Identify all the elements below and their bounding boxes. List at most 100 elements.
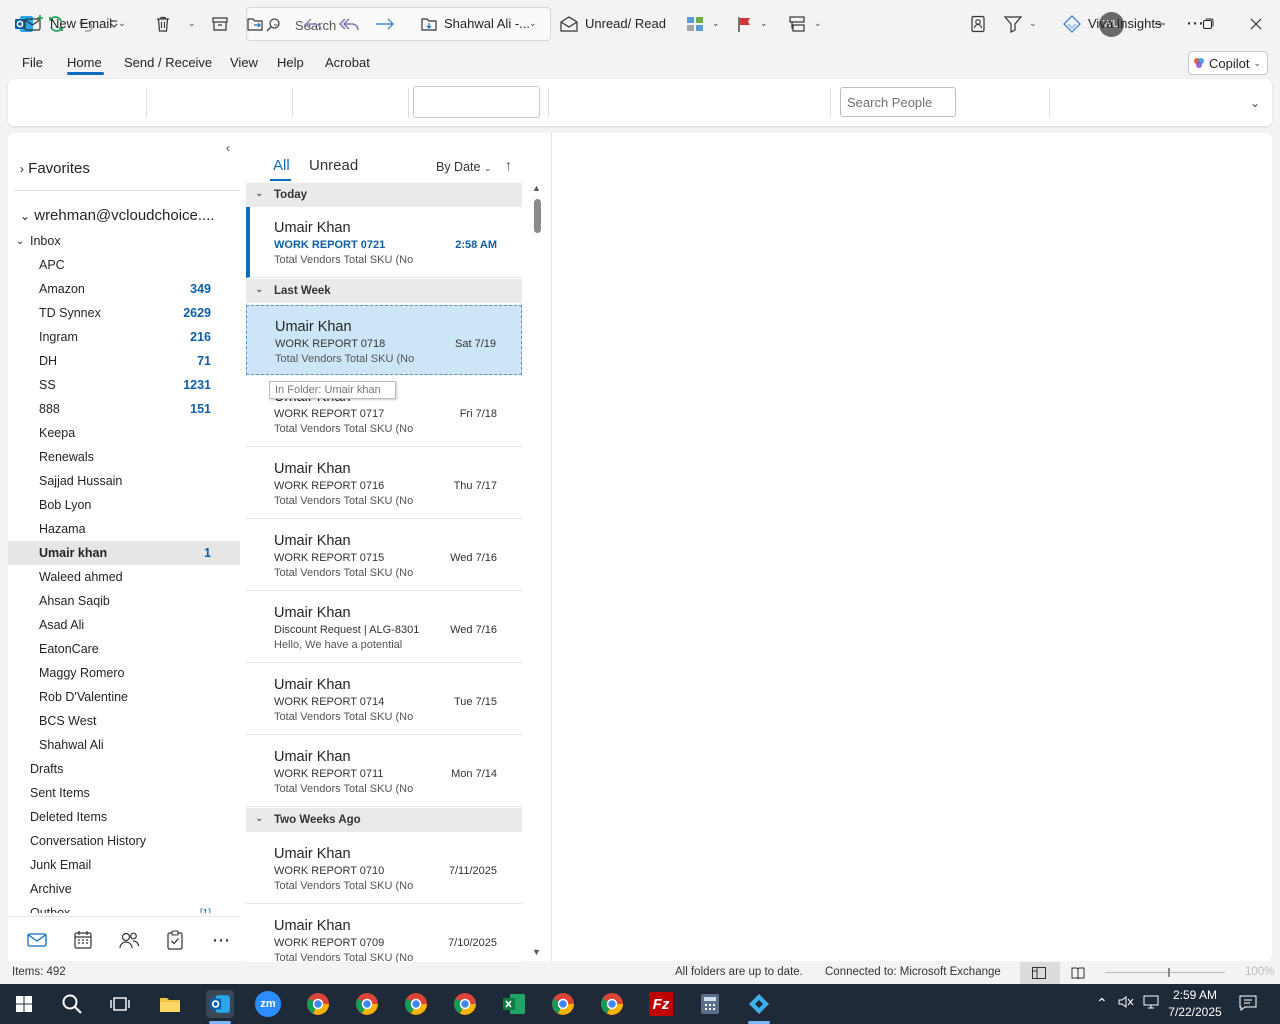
favorites-header[interactable]: › Favorites: [20, 160, 90, 177]
folder-item[interactable]: BCS West: [8, 709, 240, 733]
excel-icon[interactable]: [500, 990, 528, 1018]
folder-item[interactable]: DH 71: [8, 349, 240, 373]
unread-read-button[interactable]: Unread/ Read: [559, 0, 666, 47]
rules-button[interactable]: ⌄: [788, 0, 822, 47]
folder-item[interactable]: Waleed ahmed: [8, 565, 240, 589]
zoom-slider-thumb[interactable]: [1168, 968, 1170, 977]
folder-item[interactable]: Sent Items: [8, 781, 240, 805]
group-header-last-week[interactable]: ⌄ Last Week: [246, 279, 522, 303]
sort-direction-icon[interactable]: ↑: [505, 157, 512, 173]
chrome-profile-icon[interactable]: [402, 990, 430, 1018]
close-button[interactable]: [1241, 10, 1271, 38]
scrollbar-thumb[interactable]: [534, 199, 541, 233]
account-header[interactable]: ⌄ wrehman@vcloudchoice....: [20, 207, 215, 224]
search-people-input[interactable]: Search People: [840, 87, 956, 117]
delete-button[interactable]: ⌄: [154, 0, 196, 47]
menu-view[interactable]: View: [230, 55, 258, 70]
folder-item[interactable]: SS 1231: [8, 373, 240, 397]
folder-item[interactable]: Amazon 349: [8, 277, 240, 301]
taskbar-search-icon[interactable]: [58, 990, 86, 1018]
menu-acrobat[interactable]: Acrobat: [325, 55, 370, 70]
forward-button[interactable]: [374, 0, 396, 47]
remote-desktop-icon[interactable]: [745, 990, 773, 1018]
tab-unread[interactable]: Unread: [309, 157, 358, 174]
menu-file[interactable]: File: [22, 55, 43, 70]
tasks-icon[interactable]: [164, 929, 186, 951]
folder-item[interactable]: Hazama: [8, 517, 240, 541]
flag-button[interactable]: ⌄: [736, 0, 768, 47]
message-item[interactable]: Umair Khan WORK REPORT 0715 Total Vendors …: [246, 520, 522, 591]
message-item[interactable]: Umair Khan Discount Request | ALG-8301 Hel…: [246, 592, 522, 663]
message-list-scrollbar[interactable]: ▲ ▼: [531, 183, 543, 960]
archive-button[interactable]: [211, 0, 229, 47]
tray-overflow-icon[interactable]: ⌃: [1096, 995, 1108, 1012]
scroll-down-icon[interactable]: ▼: [532, 947, 541, 957]
categorize-button[interactable]: ⌄: [686, 0, 720, 47]
group-header-today[interactable]: ⌄ Today: [246, 183, 522, 207]
reading-pane-divider[interactable]: [551, 133, 552, 961]
address-book-button[interactable]: [969, 0, 987, 47]
quick-move-value[interactable]: Shahwal Ali -...: [420, 0, 530, 47]
chevron-down-icon[interactable]: ⌄: [188, 18, 196, 29]
folder-item[interactable]: Archive: [8, 877, 240, 901]
calculator-icon[interactable]: [696, 990, 724, 1018]
folder-item[interactable]: Asad Ali: [8, 613, 240, 637]
normal-view-button[interactable]: [1020, 962, 1060, 984]
chrome-profile-icon[interactable]: [598, 990, 626, 1018]
folder-inbox[interactable]: ⌄ Inbox: [8, 229, 240, 253]
group-header-two-weeks-ago[interactable]: ⌄ Two Weeks Ago: [246, 808, 522, 832]
folder-item[interactable]: Bob Lyon: [8, 493, 240, 517]
message-item[interactable]: Umair Khan WORK REPORT 0710 Total Vendors …: [246, 833, 522, 904]
chevron-down-icon[interactable]: ⌄: [118, 18, 126, 29]
folder-item[interactable]: Drafts: [8, 757, 240, 781]
chrome-profile-icon[interactable]: [353, 990, 381, 1018]
notifications-icon[interactable]: [1239, 995, 1257, 1014]
more-apps-icon[interactable]: ⋯: [210, 929, 232, 951]
message-item[interactable]: Umair Khan WORK REPORT 0714 Total Vendors …: [246, 664, 522, 735]
folder-item[interactable]: Ahsan Saqib: [8, 589, 240, 613]
folder-item[interactable]: Renewals: [8, 445, 240, 469]
ribbon-expand-button[interactable]: ⌄: [1250, 88, 1260, 118]
chrome-icon[interactable]: [304, 990, 332, 1018]
copilot-button[interactable]: Copilot ⌄: [1188, 51, 1268, 75]
viva-insights-button[interactable]: Viva Insights: [1062, 0, 1161, 47]
message-item[interactable]: Umair Khan WORK REPORT 0721 Total Vendors …: [246, 207, 522, 278]
mail-icon[interactable]: [26, 929, 48, 951]
message-item[interactable]: Umair Khan WORK REPORT 0711 Total Vendors …: [246, 736, 522, 807]
filter-button[interactable]: ⌄: [1003, 0, 1037, 47]
chrome-profile-icon[interactable]: [549, 990, 577, 1018]
folder-item[interactable]: APC: [8, 253, 240, 277]
menu-home[interactable]: Home: [67, 55, 102, 70]
quick-move-expand[interactable]: ⌄: [529, 0, 537, 47]
folder-item[interactable]: TD Synnex 2629: [8, 301, 240, 325]
message-item[interactable]: Umair Khan WORK REPORT 0716 Total Vendors …: [246, 448, 522, 519]
more-commands-button[interactable]: ⋯: [1186, 0, 1205, 47]
task-view-icon[interactable]: [106, 990, 134, 1018]
chrome-profile-icon[interactable]: [451, 990, 479, 1018]
move-button[interactable]: ⌄: [246, 0, 280, 47]
folder-item[interactable]: Sajjad Hussain: [8, 469, 240, 493]
file-explorer-icon[interactable]: [156, 990, 184, 1018]
zoom-app-icon[interactable]: zm: [254, 990, 282, 1018]
reply-button[interactable]: [304, 0, 324, 47]
folder-item[interactable]: Junk Email: [8, 853, 240, 877]
outlook-taskbar-icon[interactable]: [206, 990, 234, 1018]
folder-item[interactable]: Deleted Items: [8, 805, 240, 829]
folder-item[interactable]: Maggy Romero: [8, 661, 240, 685]
quick-move-dropdown[interactable]: [413, 86, 540, 118]
calendar-icon[interactable]: [72, 929, 94, 951]
folder-item[interactable]: Shahwal Ali: [8, 733, 240, 757]
system-clock[interactable]: 2:59 AM 7/22/2025: [1164, 987, 1226, 1021]
volume-muted-icon[interactable]: [1118, 995, 1134, 1012]
folder-item[interactable]: Outbox [1]: [8, 901, 240, 913]
reading-view-button[interactable]: [1071, 967, 1085, 982]
people-icon[interactable]: [118, 929, 140, 951]
folder-item[interactable]: 888 151: [8, 397, 240, 421]
tab-all[interactable]: All: [273, 157, 290, 174]
windows-start-icon[interactable]: [10, 990, 38, 1018]
folder-item[interactable]: Keepa: [8, 421, 240, 445]
folder-item[interactable]: Umair khan 1: [8, 541, 240, 565]
new-email-button[interactable]: New Email ⌄: [24, 0, 126, 47]
folder-item[interactable]: Conversation History: [8, 829, 240, 853]
folder-item[interactable]: Ingram 216: [8, 325, 240, 349]
